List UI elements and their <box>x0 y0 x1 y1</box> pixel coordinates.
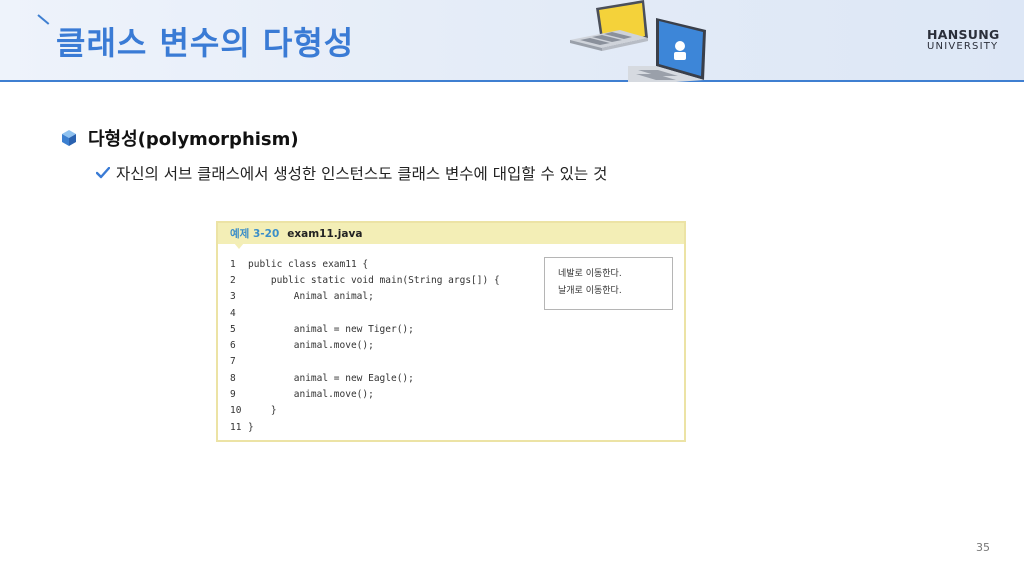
code-text: } <box>248 405 277 417</box>
header-pointer <box>234 243 244 249</box>
section-heading: 다형성(polymorphism) <box>88 129 299 150</box>
slide-header: 클래스 변수의 다형성 HANSUNG UNIVERSITY <box>0 0 1024 82</box>
code-line: 6 animal.move(); <box>230 337 500 353</box>
output-line: 날개로 이동한다. <box>558 286 622 296</box>
line-number: 9 <box>230 389 236 401</box>
line-number: 11 <box>230 421 242 433</box>
code-line: 10 } <box>230 403 500 419</box>
output-box: 네발로 이동한다. 날개로 이동한다. <box>544 257 673 310</box>
code-text: animal.move(); <box>248 340 374 352</box>
line-number: 2 <box>230 274 236 286</box>
code-text: } <box>248 421 254 433</box>
code-header: 예제 3-20 exam11.java <box>218 223 684 244</box>
line-number: 4 <box>230 307 236 319</box>
laptops-illustration <box>570 0 706 82</box>
line-number: 3 <box>230 291 236 303</box>
code-line: 9 animal.move(); <box>230 386 500 402</box>
line-number: 7 <box>230 356 236 368</box>
code-text: Animal animal; <box>248 291 374 303</box>
example-label: 예제 3-20 <box>230 228 280 240</box>
cube-icon <box>62 130 76 146</box>
code-text: public class exam11 { <box>248 258 369 270</box>
code-example-box: 예제 3-20 exam11.java 1 public class exam11… <box>216 221 686 442</box>
code-text: animal = new Tiger(); <box>248 323 414 335</box>
hansung-university-logo: HANSUNG UNIVERSITY <box>927 28 1007 53</box>
line-number: 5 <box>230 323 236 335</box>
code-listing: 1 public class exam11 { 2 public static vo… <box>230 256 500 435</box>
checkmark-icon <box>96 167 110 179</box>
line-number: 6 <box>230 340 236 352</box>
line-number: 10 <box>230 405 242 417</box>
title-accent-mark <box>37 14 50 25</box>
code-line: 11} <box>230 419 500 435</box>
code-line: 2 public static void main(String args[])… <box>230 272 500 288</box>
bullet-text: 자신의 서브 클래스에서 생성한 인스턴스도 클래스 변수에 대입할 수 있는 … <box>116 165 608 183</box>
code-line: 1 public class exam11 { <box>230 256 500 272</box>
code-line: 3 Animal animal; <box>230 289 500 305</box>
slide-title: 클래스 변수의 다형성 <box>56 24 355 62</box>
main-bullet: 다형성(polymorphism) <box>60 125 299 151</box>
code-line: 8 animal = new Eagle(); <box>230 370 500 386</box>
example-filename: exam11.java <box>287 227 363 240</box>
sub-bullet: 자신의 서브 클래스에서 생성한 인스턴스도 클래스 변수에 대입할 수 있는 … <box>96 162 607 184</box>
code-line: 7 <box>230 354 500 370</box>
line-number: 1 <box>230 258 236 270</box>
output-line: 네발로 이동한다. <box>558 269 622 279</box>
code-line: 4 <box>230 305 500 321</box>
logo-line-2: UNIVERSITY <box>927 41 999 52</box>
line-number: 8 <box>230 372 236 384</box>
code-text: animal.move(); <box>248 389 374 401</box>
code-text: public static void main(String args[]) { <box>248 274 500 286</box>
code-line: 5 animal = new Tiger(); <box>230 321 500 337</box>
code-text: animal = new Eagle(); <box>248 372 414 384</box>
logo-line-1: HANSUNG <box>927 27 1000 42</box>
page-number: 35 <box>976 541 990 554</box>
